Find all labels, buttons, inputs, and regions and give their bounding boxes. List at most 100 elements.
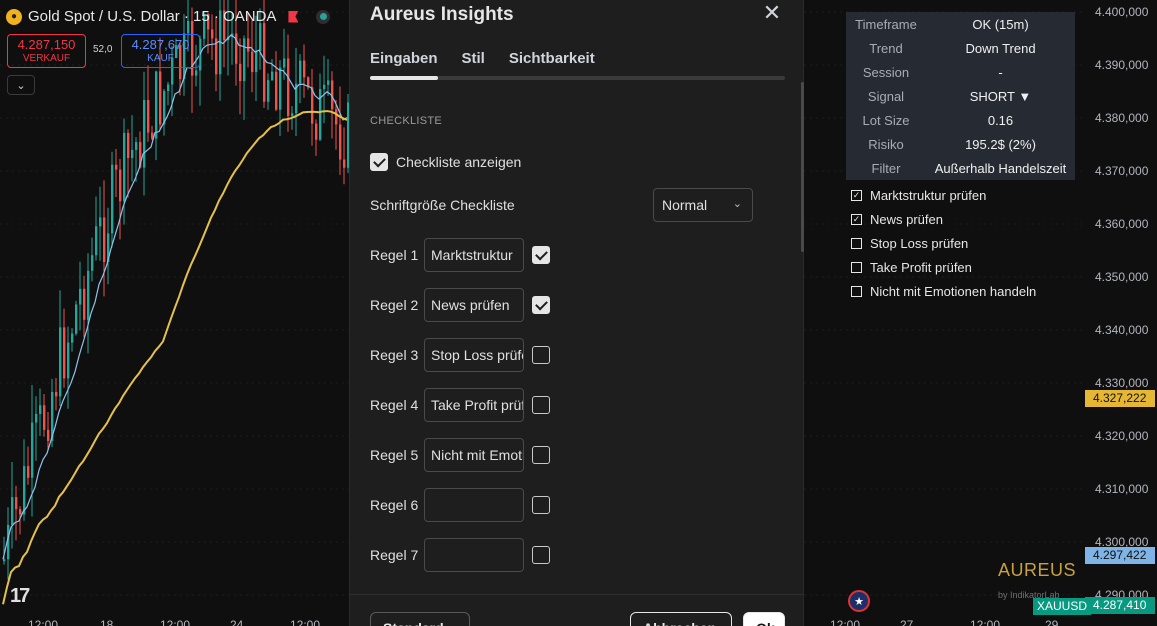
- fast-ma-line: [2, 34, 348, 560]
- candle-body: [283, 58, 286, 68]
- checklist-item-label: News prüfen: [870, 211, 943, 227]
- slow-ma-line: [2, 110, 348, 605]
- buy-price: 4.287,670: [131, 37, 190, 52]
- candle-body: [299, 60, 302, 84]
- chevron-down-icon: ⌄: [732, 198, 742, 210]
- rule-row: Regel 1 Marktstruktur: [370, 238, 550, 272]
- candle-body: [131, 149, 134, 159]
- tab-stil[interactable]: Stil: [462, 50, 485, 76]
- checklist-item-label: Stop Loss prüfen: [870, 235, 969, 251]
- symbol-title[interactable]: Gold Spot / U.S. Dollar · 15 · OANDA: [28, 8, 276, 25]
- rule-checkbox[interactable]: [532, 346, 550, 364]
- candle-body: [243, 38, 246, 82]
- time-tick: 18: [100, 618, 114, 626]
- candle-body: [259, 23, 262, 52]
- buy-button[interactable]: 4.287,670 KAUF: [121, 34, 200, 68]
- price-tick: 4.310,000: [1095, 482, 1149, 496]
- checked-box-icon: ✓: [851, 189, 862, 201]
- candle-body: [99, 217, 102, 227]
- checklist-item-label: Nicht mit Emotionen handeln: [870, 283, 1037, 299]
- show-checklist-checkbox[interactable]: [370, 153, 388, 171]
- candle-body: [43, 405, 46, 430]
- candle-body: [247, 38, 250, 52]
- rule-checkbox[interactable]: [532, 446, 550, 464]
- rule-checkbox[interactable]: [532, 546, 550, 564]
- defaults-button[interactable]: Standard: [370, 612, 470, 626]
- rule-checkbox[interactable]: [532, 496, 550, 514]
- checklist-item-label: Take Profit prüfen: [870, 259, 972, 275]
- chart-checklist: ✓ Marktstruktur prüfen ✓ News prüfen Stop Lo…: [851, 183, 1036, 303]
- rule-checkbox[interactable]: [532, 296, 550, 314]
- candle-body: [55, 392, 58, 397]
- price-tick: 4.370,000: [1095, 164, 1149, 178]
- show-checklist-label: Checkliste anzeigen: [396, 154, 522, 170]
- tab-sichtbarkeit[interactable]: Sichtbarkeit: [509, 50, 595, 76]
- rule-input[interactable]: News prüfen: [424, 288, 524, 322]
- rule-input[interactable]: Marktstruktur: [424, 238, 524, 272]
- price-scale[interactable]: 4.400,000 4.390,000 4.380,000 4.370,000 4.36…: [1085, 0, 1157, 626]
- gold-symbol-icon: ●: [6, 8, 22, 25]
- tradingview-logo[interactable]: 17: [10, 585, 30, 608]
- us-flag-event-icon[interactable]: ★: [848, 590, 870, 612]
- rule-input[interactable]: [424, 538, 524, 572]
- candle-body: [147, 100, 150, 133]
- rule-input[interactable]: Stop Loss prüfen: [424, 338, 524, 372]
- vwap-price-label: 4.297,422: [1085, 547, 1155, 564]
- candle-body: [323, 84, 326, 90]
- info-row: Lot Size 0.16: [846, 108, 1075, 132]
- chevron-down-icon[interactable]: ⌄: [7, 75, 35, 95]
- dialog-scrollbar[interactable]: [801, 82, 804, 252]
- info-key: Session: [862, 64, 910, 80]
- rule-input[interactable]: Take Profit prüfen: [424, 388, 524, 422]
- info-value: OK (15m): [972, 16, 1029, 32]
- rule-label: Regel 3: [370, 347, 419, 363]
- candle-body: [327, 80, 330, 85]
- info-key: Trend: [869, 40, 903, 56]
- candle-body: [135, 142, 138, 150]
- price-tick: 4.320,000: [1095, 429, 1149, 443]
- flag-icon[interactable]: [288, 10, 299, 23]
- show-checklist-row[interactable]: Checkliste anzeigen: [370, 153, 521, 171]
- time-tick: 27: [900, 618, 914, 626]
- rule-row: Regel 6: [370, 488, 550, 522]
- section-header: CHECKLISTE: [370, 115, 443, 127]
- checklist-item: Nicht mit Emotionen handeln: [851, 279, 1036, 303]
- price-tick: 4.360,000: [1095, 217, 1149, 231]
- candle-body: [303, 60, 306, 78]
- market-status-icon[interactable]: [316, 9, 331, 24]
- rule-input[interactable]: [424, 488, 524, 522]
- candle-body: [167, 84, 170, 92]
- tab-eingaben[interactable]: Eingaben: [370, 50, 438, 76]
- candle-body: [239, 63, 242, 82]
- info-key: Lot Size: [862, 112, 910, 128]
- rule-input[interactable]: Nicht mit Emotionen: [424, 438, 524, 472]
- close-icon[interactable]: ✕: [761, 2, 783, 25]
- dialog-tabs: Eingaben Stil Sichtbarkeit: [370, 50, 595, 76]
- candle-body: [159, 71, 162, 125]
- info-value: 195.2$ (2%): [965, 136, 1036, 152]
- unchecked-box-icon: [851, 285, 862, 297]
- info-row: Trend Down Trend: [846, 36, 1075, 60]
- rule-row: Regel 3 Stop Loss prüfen: [370, 338, 550, 372]
- candle-body: [35, 413, 38, 423]
- candle-body: [275, 71, 278, 110]
- font-size-label: Schriftgröße Checkliste: [370, 197, 515, 213]
- dialog-title: Aureus Insights: [370, 4, 514, 25]
- candle-body: [91, 255, 94, 271]
- checklist-item: ✓ News prüfen: [851, 207, 1036, 231]
- price-tick: 4.330,000: [1095, 376, 1149, 390]
- ok-button[interactable]: Ok: [743, 612, 785, 626]
- info-table: Timeframe OK (15m) Trend Down Trend Session -…: [846, 12, 1075, 180]
- sell-button[interactable]: 4.287,150 VERKAUF: [7, 34, 86, 68]
- checklist-item: ✓ Marktstruktur prüfen: [851, 183, 1036, 207]
- rule-checkbox[interactable]: [532, 246, 550, 264]
- font-size-select[interactable]: Normal ⌄: [653, 188, 753, 222]
- checklist-item: Take Profit prüfen: [851, 255, 1036, 279]
- candle-body: [39, 405, 42, 414]
- candle-body: [287, 58, 290, 116]
- candle-body: [255, 51, 258, 73]
- time-tick: 24: [230, 618, 244, 626]
- cancel-button[interactable]: Abbrechen: [630, 612, 732, 626]
- rule-checkbox[interactable]: [532, 396, 550, 414]
- rule-label: Regel 4: [370, 397, 419, 413]
